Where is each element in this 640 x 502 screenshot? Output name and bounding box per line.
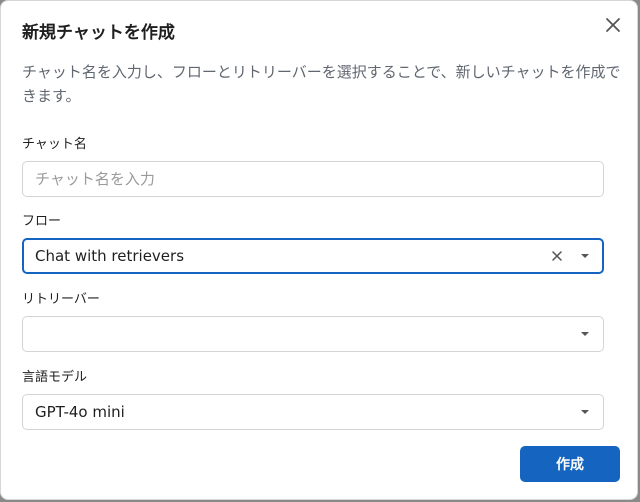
create-button[interactable]: 作成	[520, 446, 620, 482]
close-button[interactable]	[603, 15, 623, 35]
close-icon	[606, 18, 620, 32]
language-model-selected-value: GPT-4o mini	[35, 403, 125, 421]
chevron-down-icon[interactable]	[581, 332, 589, 336]
dialog-description: チャット名を入力し、フローとリトリーバーを選択することで、新しいチャットを作成で…	[22, 63, 621, 105]
chat-name-input[interactable]	[35, 162, 575, 196]
flow-label: フロー	[22, 214, 62, 229]
clear-icon	[552, 251, 562, 261]
create-chat-dialog: 新規チャットを作成 チャット名を入力し、フローとリトリーバーを選択することで、新…	[0, 0, 638, 500]
chat-name-label: チャット名	[22, 137, 87, 152]
chevron-down-icon[interactable]	[581, 254, 589, 258]
chevron-down-icon[interactable]	[581, 410, 589, 414]
chat-name-field[interactable]	[22, 161, 604, 197]
flow-selected-value: Chat with retrievers	[35, 247, 185, 265]
language-model-label: 言語モデル	[22, 370, 88, 385]
dialog-title: 新規チャットを作成	[22, 23, 175, 43]
retriever-select[interactable]	[22, 316, 604, 352]
flow-select[interactable]: Chat with retrievers	[22, 238, 604, 274]
retriever-label: リトリーバー	[22, 292, 100, 307]
flow-clear-button[interactable]	[550, 249, 564, 263]
language-model-select[interactable]: GPT-4o mini	[22, 394, 604, 430]
